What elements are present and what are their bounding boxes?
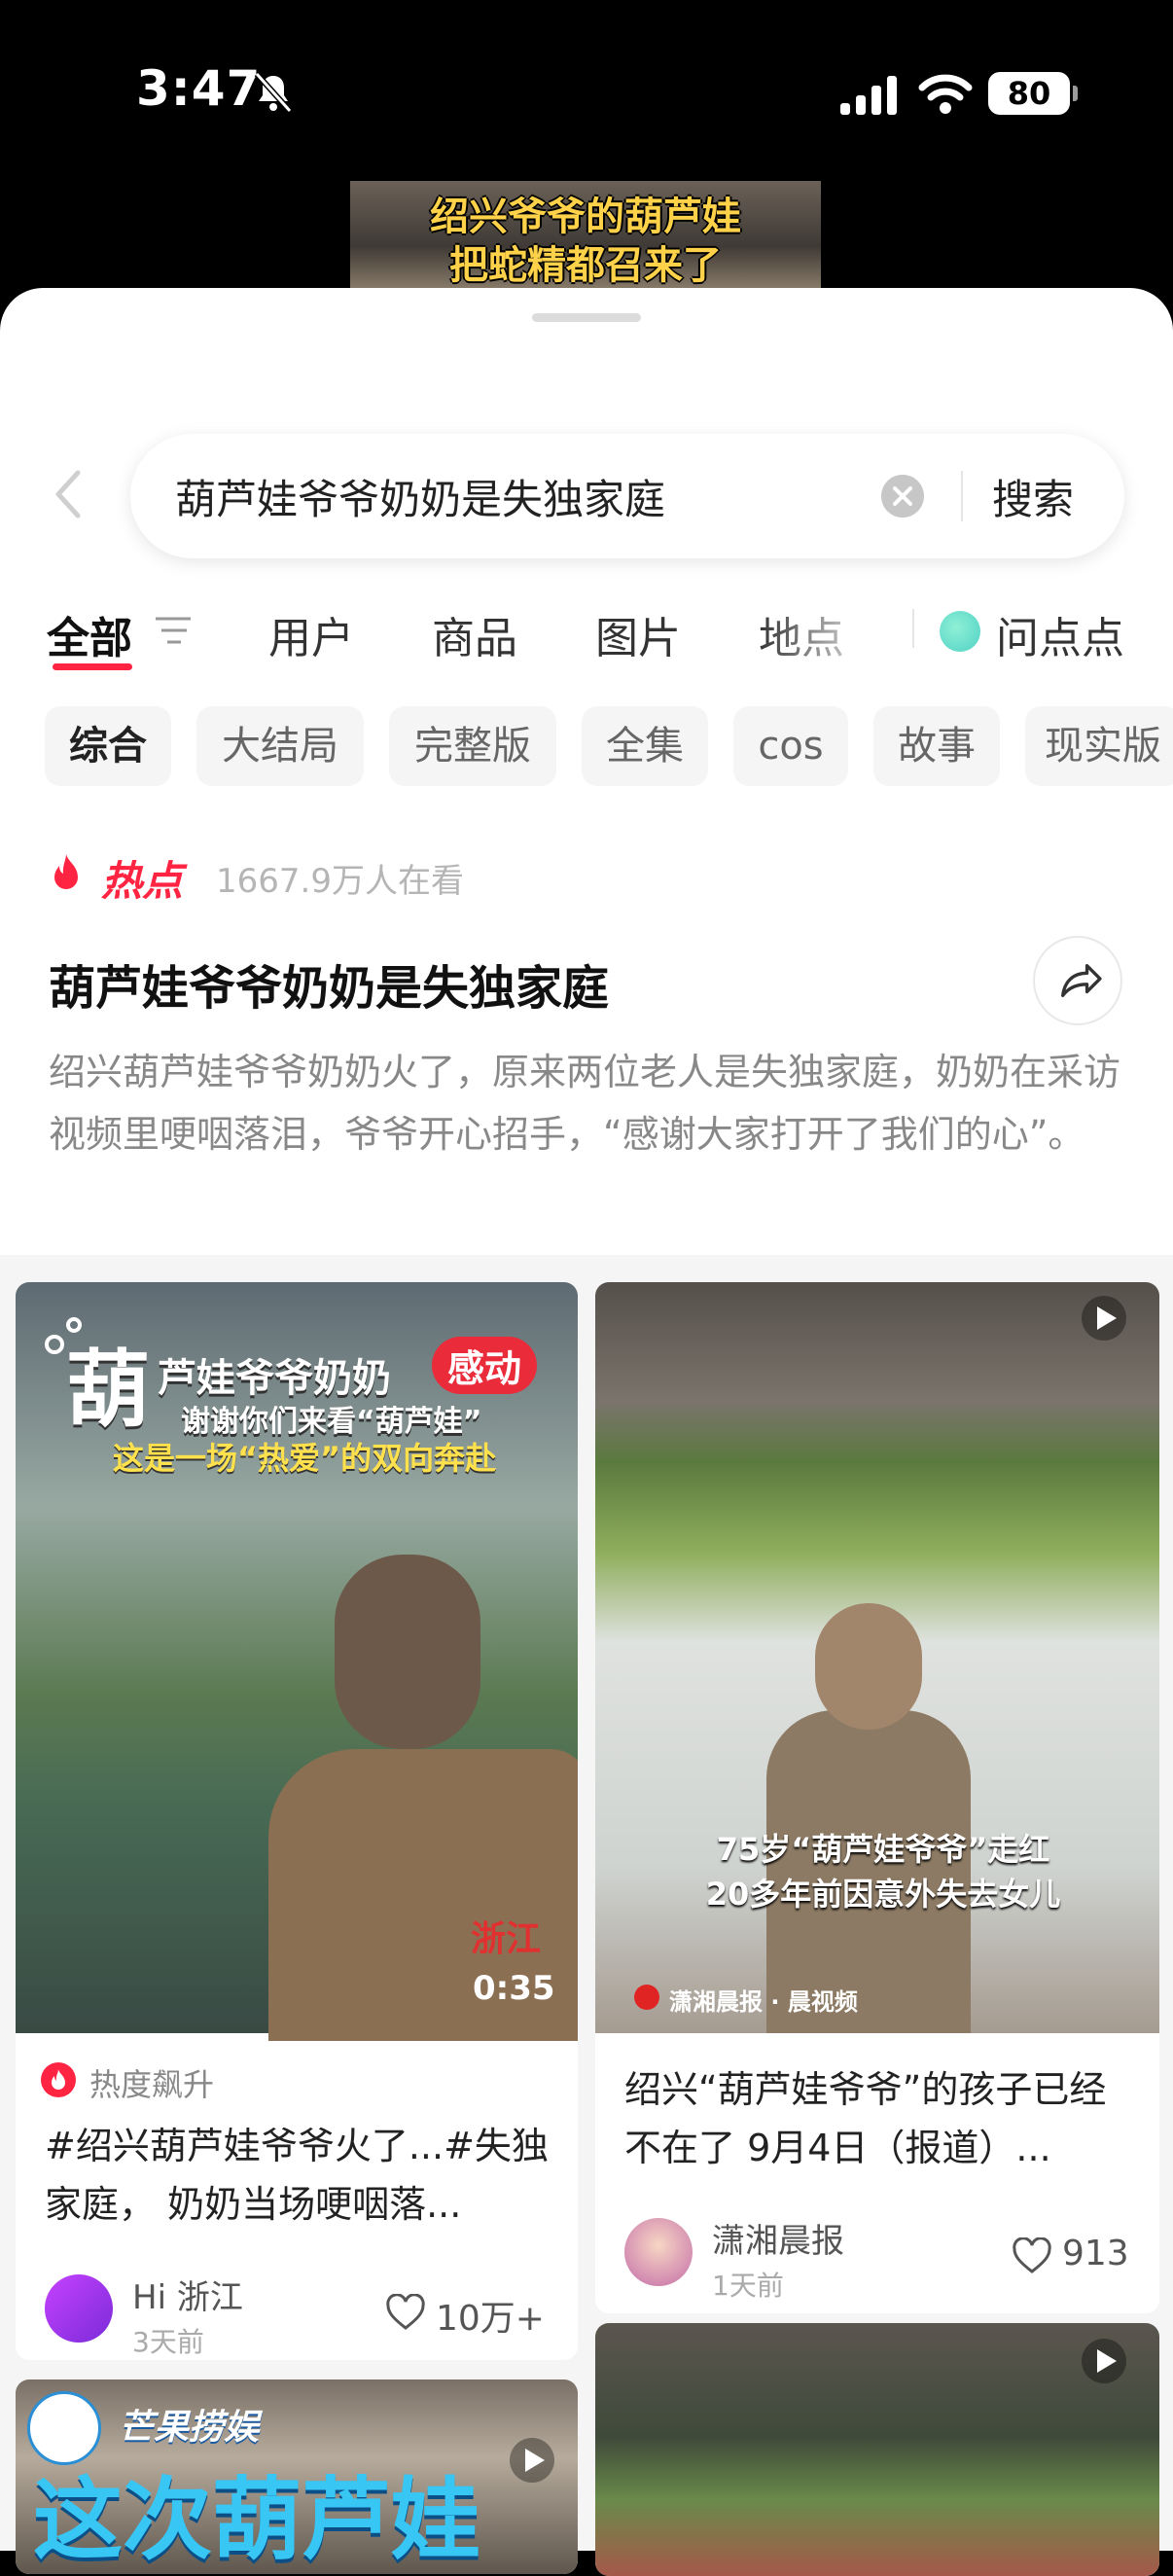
chip-comprehensive[interactable]: 综合 [45, 706, 171, 786]
avatar[interactable] [624, 2218, 693, 2286]
background-video-thumbnail[interactable]: 绍兴爷爷的葫芦娃 把蛇精都召来了 [350, 181, 821, 290]
author-name[interactable]: 潇湘晨报 [712, 2214, 844, 2262]
tabs-fade-overlay [759, 584, 885, 671]
search-divider [961, 471, 963, 521]
tab-images[interactable]: 图片 [595, 603, 681, 665]
share-icon[interactable] [1033, 936, 1122, 1025]
like-count: 913 [1062, 2234, 1129, 2273]
result-card[interactable]: 芒果捞娱 这次葫芦娃 [16, 2379, 578, 2574]
active-tab-indicator [53, 663, 132, 670]
overlay-line2: 20多年前因意外失去女儿 [705, 1876, 1061, 1913]
hot-topic-description: 绍兴葫芦娃爷爷奶奶火了，原来两位老人是失独家庭，奶奶在采访视频里哽咽落泪，爷爷开… [49, 1051, 1121, 1156]
search-button[interactable]: 搜索 [992, 467, 1074, 526]
play-icon [1082, 2339, 1126, 2383]
video-caption-line2: 把蛇精都召来了 [449, 243, 722, 288]
chip-full-set[interactable]: 全集 [582, 706, 708, 786]
cellular-signal-icon [840, 76, 897, 115]
video-duration: 0:35 [473, 1969, 555, 2008]
search-input[interactable]: 葫芦娃爷爷奶奶是失独家庭 [175, 467, 665, 526]
ai-assistant-icon [940, 611, 980, 652]
person-head [335, 1555, 480, 1749]
tab-all[interactable]: 全部 [47, 603, 132, 665]
battery-indicator: 80 [988, 72, 1078, 115]
card-thumbnail [595, 2323, 1159, 2576]
source-label: 潇湘晨报 · 晨视频 [669, 1988, 858, 2016]
chip-full-version[interactable]: 完整版 [389, 706, 556, 786]
watermark: 浙江 [471, 1919, 542, 1959]
trend-label: 热度飙升 [89, 2066, 215, 2103]
like-count: 10万+ [436, 2299, 545, 2339]
filter-icon[interactable] [152, 613, 195, 648]
avatar[interactable] [45, 2274, 113, 2343]
chip-finale[interactable]: 大结局 [196, 706, 364, 786]
overlay-badge: 感动 [432, 1337, 538, 1394]
trending-icon [41, 2062, 76, 2097]
overlay-line1: 75岁“葫芦娃爷爷”走红 [716, 1831, 1050, 1868]
card-thumbnail: 葫 芦娃爷爷奶奶 感动 谢谢你们来看“葫芦娃” 这是一场“热爱”的双向奔赴 浙江… [16, 1282, 578, 2041]
sheet-grabber[interactable] [532, 313, 641, 322]
post-time: 1天前 [712, 2270, 784, 2302]
bell-muted-icon [254, 71, 293, 114]
result-card[interactable]: 75岁“葫芦娃爷爷”走红 20多年前因意外失去女儿 潇湘晨报 · 晨视频 绍兴“… [595, 1282, 1159, 2313]
overlay-tagline: 这是一场“热爱”的双向奔赴 [113, 1440, 497, 1477]
card-title: #绍兴葫芦娃爷爷火了...#失独家庭， 奶奶当场哽咽落... [45, 2125, 549, 2226]
result-card[interactable]: 葫 芦娃爷爷奶奶 感动 谢谢你们来看“葫芦娃” 这是一场“热爱”的双向奔赴 浙江… [16, 1282, 578, 2360]
tab-ask-diandian[interactable]: 问点点 [996, 603, 1124, 665]
play-icon [510, 2438, 554, 2483]
play-icon [1082, 1296, 1126, 1341]
flame-icon [54, 854, 78, 889]
hot-label: 热点 [101, 857, 184, 905]
hot-view-count: 1667.9万人在看 [216, 862, 464, 901]
overlay-big-text: 这次葫芦娃 [33, 2468, 481, 2572]
source-logo-icon [634, 1985, 659, 2010]
tab-users[interactable]: 用户 [268, 603, 354, 665]
author-name[interactable]: Hi 浙江 [132, 2271, 243, 2318]
heart-icon[interactable] [385, 2294, 426, 2331]
status-time: 3:47 [136, 60, 262, 117]
chip-story[interactable]: 故事 [873, 706, 1000, 786]
overlay-caption: 75岁“葫芦娃爷爷”走红 20多年前因意外失去女儿 [665, 1827, 1101, 1916]
heart-icon[interactable] [1012, 2237, 1052, 2274]
card-thumbnail: 芒果捞娱 这次葫芦娃 [16, 2379, 578, 2574]
clear-search-icon[interactable] [881, 475, 924, 518]
overlay-title-char: 葫 [66, 1342, 150, 1439]
tab-products[interactable]: 商品 [432, 603, 517, 665]
wifi-icon [918, 74, 973, 114]
back-chevron-icon[interactable] [49, 467, 88, 521]
tabs-separator [912, 609, 914, 648]
chip-real-version[interactable]: 现实版 [1025, 706, 1173, 786]
result-card[interactable] [595, 2323, 1159, 2576]
post-time: 3天前 [132, 2326, 204, 2358]
card-title: 绍兴“葫芦娃爷爷”的孩子已经不在了 9月4日（报道）... [624, 2068, 1107, 2169]
person-head [815, 1603, 922, 1730]
hot-topic-title[interactable]: 葫芦娃爷爷奶奶是失独家庭 [49, 949, 609, 1018]
overlay-title: 芦娃爷爷奶奶 [158, 1356, 391, 1401]
card-thumbnail: 75岁“葫芦娃爷爷”走红 20多年前因意外失去女儿 潇湘晨报 · 晨视频 [595, 1282, 1159, 2033]
chip-cos[interactable]: cos [733, 706, 848, 786]
overlay-brand: 芒果捞娱 [119, 2408, 260, 2448]
